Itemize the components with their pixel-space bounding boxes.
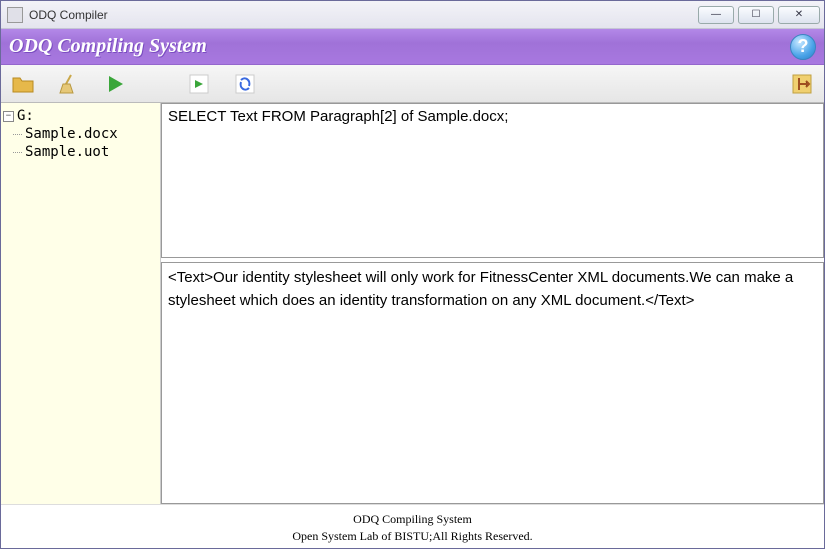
footer-line2: Open System Lab of BISTU;All Rights Rese… bbox=[1, 528, 824, 545]
banner: ODQ Compiling System ? bbox=[1, 29, 824, 65]
collapse-icon[interactable]: − bbox=[3, 111, 14, 122]
banner-title: ODQ Compiling System bbox=[9, 35, 790, 58]
broom-icon bbox=[57, 72, 81, 96]
content-area: − G: Sample.docx Sample.uot SELECT Text … bbox=[1, 103, 824, 504]
refresh-button[interactable] bbox=[231, 70, 259, 98]
window-title: ODQ Compiler bbox=[29, 8, 108, 22]
tree-item-label: Sample.docx bbox=[25, 126, 118, 142]
app-window: ODQ Compiler — ☐ ✕ ODQ Compiling System … bbox=[0, 0, 825, 549]
arrow-right-icon bbox=[187, 72, 211, 96]
step-button[interactable] bbox=[185, 70, 213, 98]
output-text: <Text>Our identity stylesheet will only … bbox=[168, 269, 793, 309]
footer-line1: ODQ Compiling System bbox=[1, 511, 824, 528]
toolbar bbox=[1, 65, 824, 103]
minimize-button[interactable]: — bbox=[698, 6, 734, 24]
output-pane[interactable]: <Text>Our identity stylesheet will only … bbox=[161, 262, 824, 504]
run-button[interactable] bbox=[101, 70, 129, 98]
close-button[interactable]: ✕ bbox=[778, 6, 820, 24]
exit-button[interactable] bbox=[788, 70, 816, 98]
refresh-icon bbox=[233, 72, 257, 96]
tree-item[interactable]: Sample.docx bbox=[3, 125, 158, 143]
tree-item[interactable]: Sample.uot bbox=[3, 143, 158, 161]
editor-panes: SELECT Text FROM Paragraph[2] of Sample.… bbox=[161, 103, 824, 504]
open-folder-button[interactable] bbox=[9, 70, 37, 98]
footer: ODQ Compiling System Open System Lab of … bbox=[1, 504, 824, 548]
play-icon bbox=[103, 72, 127, 96]
tree-root-label: G: bbox=[17, 108, 34, 124]
folder-icon bbox=[11, 72, 35, 96]
exit-icon bbox=[790, 72, 814, 96]
maximize-button[interactable]: ☐ bbox=[738, 6, 774, 24]
tree-root[interactable]: − G: bbox=[3, 107, 158, 125]
file-tree[interactable]: − G: Sample.docx Sample.uot bbox=[1, 103, 161, 504]
tree-item-label: Sample.uot bbox=[25, 144, 109, 160]
app-icon bbox=[7, 7, 23, 23]
clean-button[interactable] bbox=[55, 70, 83, 98]
help-button[interactable]: ? bbox=[790, 34, 816, 60]
query-input[interactable]: SELECT Text FROM Paragraph[2] of Sample.… bbox=[161, 103, 824, 258]
query-text: SELECT Text FROM Paragraph[2] of Sample.… bbox=[168, 108, 508, 125]
titlebar: ODQ Compiler — ☐ ✕ bbox=[1, 1, 824, 29]
